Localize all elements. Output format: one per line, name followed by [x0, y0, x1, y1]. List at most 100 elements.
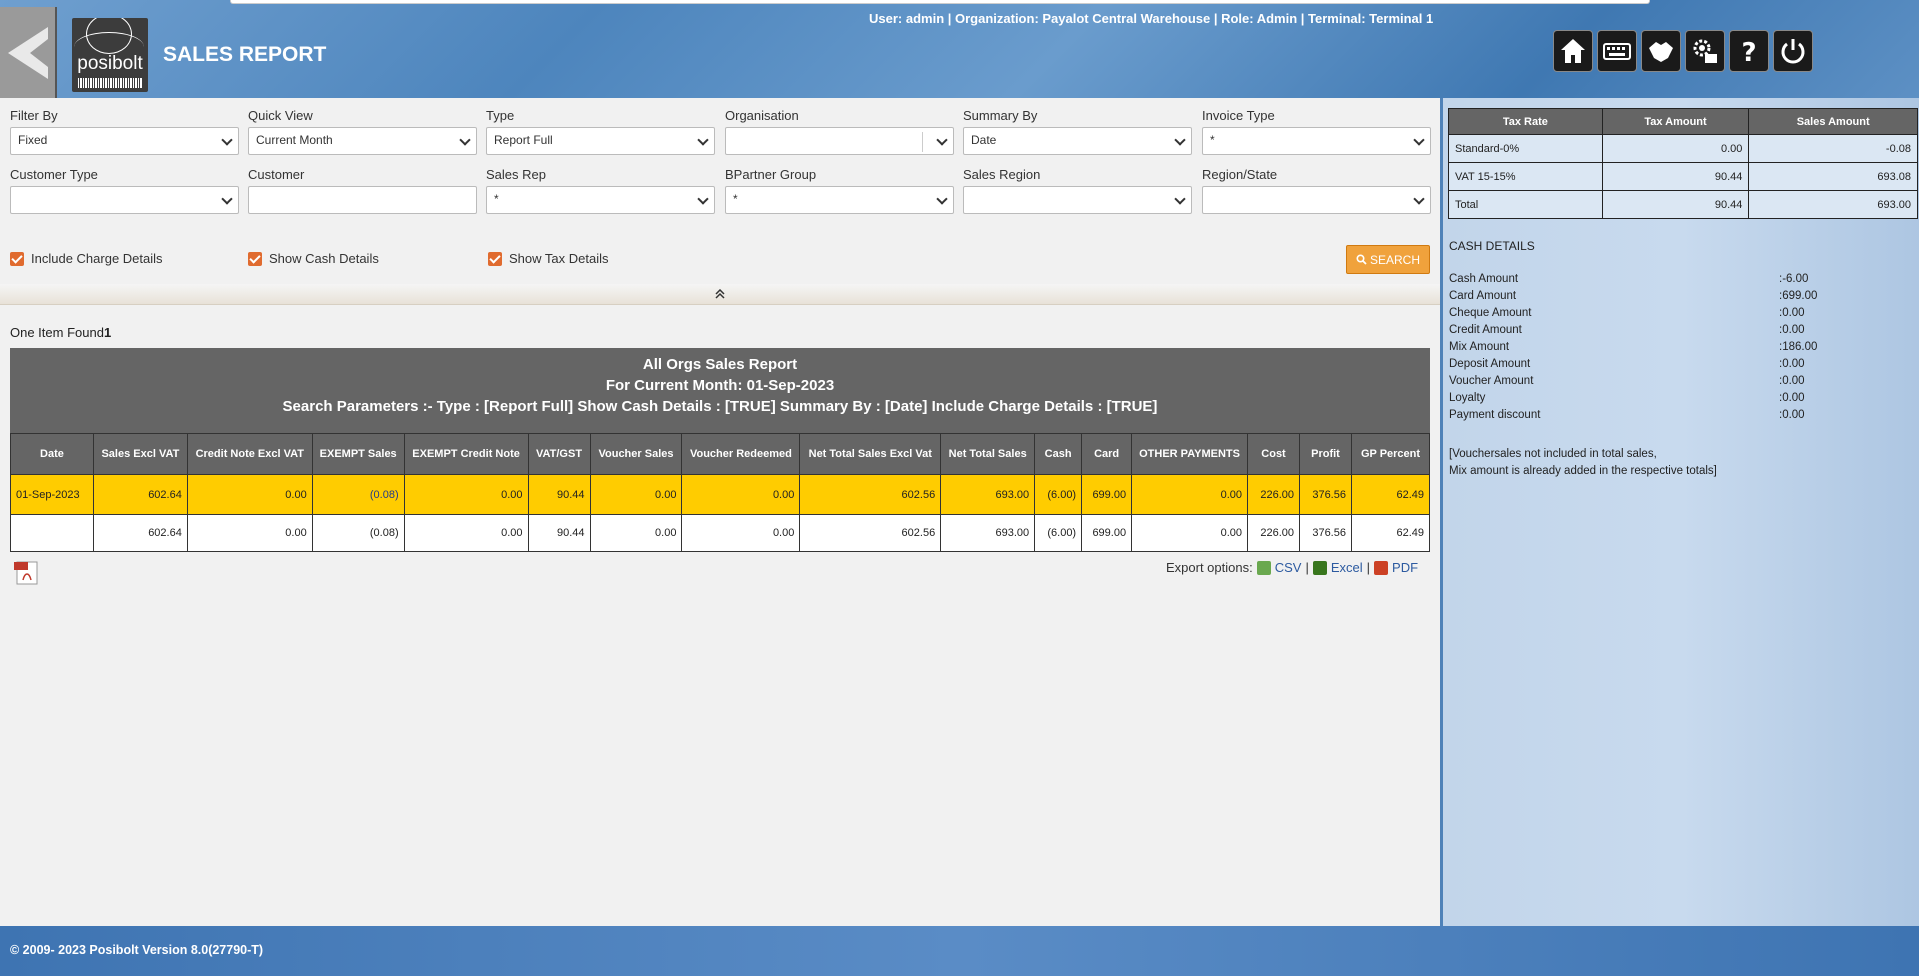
cash-row: Cash Amount:-6.00 — [1449, 273, 1809, 285]
table-cell: 90.44 — [1601, 190, 1750, 219]
summary-by-label: Summary By — [963, 108, 1038, 123]
table-cell: 699.00 — [1081, 474, 1133, 515]
sales-rep-select[interactable]: * — [486, 186, 715, 214]
chevron-double-up-icon — [715, 289, 725, 299]
handshake-button[interactable] — [1641, 30, 1681, 72]
total-cell: 602.64 — [92, 514, 188, 552]
col-header[interactable]: Credit Note Excl VAT — [186, 433, 313, 475]
search-icon — [1356, 254, 1367, 265]
col-header[interactable]: Net Total Sales — [940, 433, 1036, 475]
col-header[interactable]: Voucher Redeemed — [681, 433, 801, 475]
results-count: One Item Found1 — [10, 325, 112, 340]
table-cell: 0.00 — [403, 474, 529, 515]
help-button[interactable]: ? — [1729, 30, 1769, 72]
export-pdf-link[interactable]: PDF — [1392, 560, 1418, 575]
export-csv-link[interactable]: CSV — [1275, 560, 1302, 575]
col-header: Sales Amount — [1748, 108, 1918, 135]
organisation-label: Organisation — [725, 108, 799, 123]
chevron-down-icon — [1413, 193, 1425, 205]
col-header[interactable]: EXEMPT Credit Note — [403, 433, 529, 475]
table-cell: 0.00 — [1601, 134, 1750, 163]
col-header[interactable]: OTHER PAYMENTS — [1131, 433, 1249, 475]
cash-row: Card Amount:699.00 — [1449, 290, 1818, 302]
table-cell: Total — [1448, 190, 1603, 219]
invoice-type-field: Invoice Type * — [1202, 108, 1431, 155]
separator: | — [1305, 560, 1309, 575]
col-header[interactable]: Date — [10, 433, 94, 475]
cash-row: Cheque Amount:0.00 — [1449, 307, 1805, 319]
search-button[interactable]: SEARCH — [1346, 245, 1430, 274]
table-cell: Standard-0% — [1448, 134, 1603, 163]
table-cell: 693.00 — [1748, 190, 1918, 219]
logout-button[interactable] — [1773, 30, 1813, 72]
table-row[interactable]: 01-Sep-2023 602.64 0.00 (0.08) 0.00 90.4… — [10, 474, 1431, 515]
col-header[interactable]: Cost — [1247, 433, 1300, 475]
tax-row: Standard-0% 0.00 -0.08 — [1448, 134, 1918, 163]
total-cell: 0.00 — [186, 514, 313, 552]
region-state-select[interactable] — [1202, 186, 1431, 214]
cash-row: Mix Amount:186.00 — [1449, 341, 1818, 353]
col-header[interactable]: Profit — [1299, 433, 1352, 475]
export-excel-link[interactable]: Excel — [1331, 560, 1363, 575]
quick-view-select[interactable]: Current Month — [248, 127, 477, 155]
pdf-download-icon[interactable] — [13, 560, 41, 586]
table-header-row: Date Sales Excl VAT Credit Note Excl VAT… — [10, 433, 1431, 475]
tax-header-row: Tax Rate Tax Amount Sales Amount — [1448, 108, 1918, 135]
cash-row: Payment discount:0.00 — [1449, 409, 1805, 421]
table-total-row: 602.64 0.00 (0.08) 0.00 90.44 0.00 0.00 … — [10, 514, 1431, 552]
report-params: Search Parameters :- Type : [Report Full… — [282, 398, 1158, 415]
table-cell: 0.00 — [589, 474, 683, 515]
show-cash-checkbox[interactable]: Show Cash Details — [248, 251, 379, 266]
back-button[interactable] — [0, 7, 57, 98]
power-icon — [1781, 39, 1805, 64]
sales-region-select[interactable] — [963, 186, 1192, 214]
total-cell: (0.08) — [311, 514, 405, 552]
col-header[interactable]: Cash — [1034, 433, 1083, 475]
invoice-type-select[interactable]: * — [1202, 127, 1431, 155]
report-header: All Orgs Sales Report For Current Month:… — [10, 348, 1430, 433]
chevron-down-icon — [221, 134, 233, 146]
export-options: Export options: CSV | Excel | PDF — [1166, 560, 1418, 575]
keyboard-button[interactable] — [1597, 30, 1637, 72]
total-cell: 693.00 — [940, 514, 1036, 552]
region-state-field: Region/State — [1202, 167, 1431, 214]
tax-row: VAT 15-15% 90.44 693.08 — [1448, 162, 1918, 191]
sales-region-label: Sales Region — [963, 167, 1041, 182]
table-cell: 0.00 — [1131, 474, 1249, 515]
svg-text:?: ? — [1741, 38, 1756, 66]
col-header[interactable]: Card — [1081, 433, 1133, 475]
pdf-icon — [1374, 560, 1389, 575]
customer-input[interactable] — [248, 186, 477, 214]
summary-by-select[interactable]: Date — [963, 127, 1192, 155]
customer-type-field: Customer Type — [10, 167, 239, 214]
quick-view-field: Quick View Current Month — [248, 108, 477, 155]
customer-type-select[interactable] — [10, 186, 239, 214]
col-header[interactable]: Sales Excl VAT — [92, 433, 188, 475]
collapse-filters-bar[interactable] — [0, 284, 1440, 305]
page-title: SALES REPORT — [163, 43, 327, 66]
bpartner-group-select[interactable]: * — [725, 186, 954, 214]
col-header[interactable]: Net Total Sales Excl Vat — [799, 433, 942, 475]
settings-button[interactable] — [1685, 30, 1725, 72]
filter-by-select[interactable]: Fixed — [10, 127, 239, 155]
total-cell: 0.00 — [1131, 514, 1249, 552]
table-cell: 226.00 — [1247, 474, 1300, 515]
col-header[interactable]: GP Percent — [1350, 433, 1431, 475]
table-cell: 90.44 — [1601, 162, 1750, 191]
table-cell: 62.49 — [1350, 474, 1431, 515]
include-charge-checkbox[interactable]: Include Charge Details — [10, 251, 163, 266]
table-cell: 693.00 — [940, 474, 1036, 515]
summary-panel: Tax Rate Tax Amount Sales Amount Standar… — [1440, 98, 1919, 926]
type-select[interactable]: Report Full — [486, 127, 715, 155]
col-header[interactable]: EXEMPT Sales — [311, 433, 405, 475]
report-title: All Orgs Sales Report — [642, 356, 798, 373]
chevron-down-icon — [221, 193, 233, 205]
total-cell: (6.00) — [1034, 514, 1083, 552]
col-header[interactable]: VAT/GST — [527, 433, 591, 475]
home-button[interactable] — [1553, 30, 1593, 72]
col-header[interactable]: Voucher Sales — [589, 433, 683, 475]
organisation-select[interactable] — [725, 127, 954, 155]
bpartner-group-label: BPartner Group — [725, 167, 817, 182]
tax-total-row: Total 90.44 693.00 — [1448, 190, 1918, 219]
show-tax-checkbox[interactable]: Show Tax Details — [488, 251, 608, 266]
